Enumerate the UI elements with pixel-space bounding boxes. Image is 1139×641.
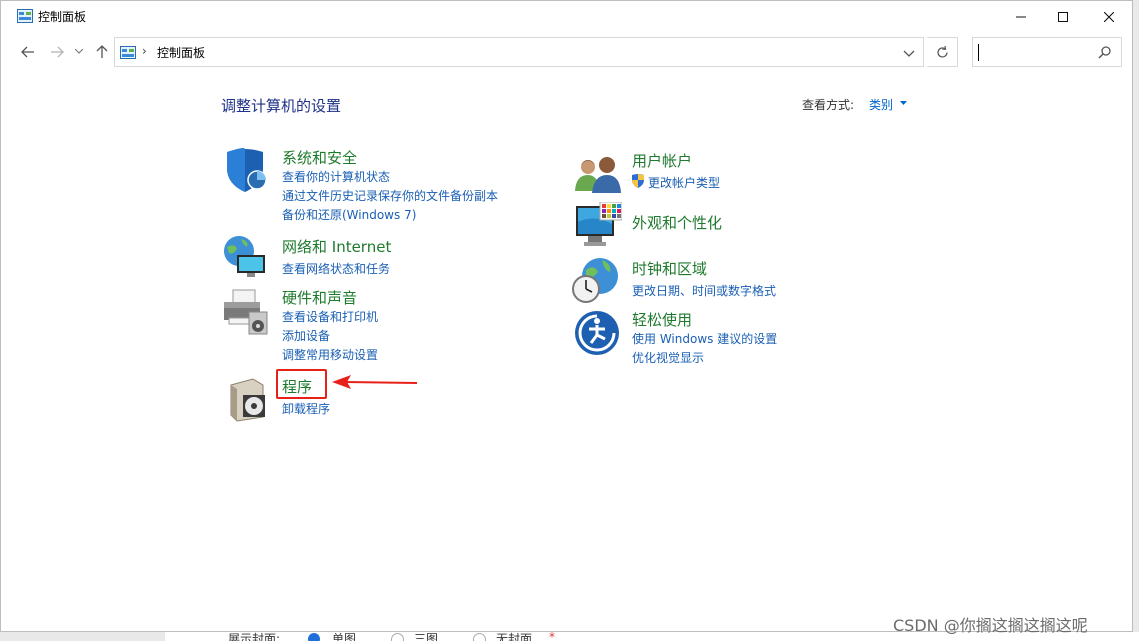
text-caret	[978, 44, 979, 61]
watermark: CSDN @你搁这搁这搁这呢	[893, 616, 1088, 635]
link-windows-recommended-settings[interactable]: 使用 Windows 建议的设置	[632, 330, 777, 347]
annotation-arrow-icon	[332, 375, 418, 389]
breadcrumb-separator: ›	[142, 44, 147, 58]
address-bar[interactable]: › 控制面板	[114, 37, 924, 67]
close-icon	[1104, 11, 1114, 22]
control-panel-window: 控制面板 › 控制面板 调整计算机的设置 查看方式: 类别 系统和安全 查看你的…	[0, 0, 1133, 632]
maximize-button[interactable]	[1040, 1, 1086, 32]
arrow-left-icon	[21, 46, 34, 58]
link-backup-restore[interactable]: 备份和还原(Windows 7)	[282, 206, 416, 223]
clock-globe-icon[interactable]	[572, 256, 620, 304]
arrow-up-icon	[96, 45, 108, 58]
link-optimize-visual-display[interactable]: 优化视觉显示	[632, 349, 704, 366]
view-by-label: 查看方式:	[802, 98, 855, 112]
refresh-icon	[936, 45, 948, 58]
link-view-computer-status[interactable]: 查看你的计算机状态	[282, 168, 390, 185]
ease-of-access-icon[interactable]	[573, 309, 621, 357]
category-ease-of-access[interactable]: 轻松使用	[632, 309, 692, 330]
radio-label-none: 无封面	[496, 632, 533, 641]
link-change-account-type[interactable]: 更改帐户类型	[648, 174, 720, 191]
chevron-down-icon[interactable]	[901, 45, 917, 61]
window-title: 控制面板	[38, 10, 87, 24]
link-devices-printers[interactable]: 查看设备和打印机	[282, 308, 378, 325]
radio-no-cover[interactable]	[473, 633, 486, 641]
forward-button[interactable]	[46, 41, 68, 63]
back-button[interactable]	[17, 41, 39, 63]
radio-single-image[interactable]	[308, 633, 320, 641]
uac-shield-icon	[632, 174, 644, 188]
required-marker: *	[549, 632, 555, 641]
search-icon	[1098, 46, 1111, 59]
printer-icon[interactable]	[221, 288, 269, 336]
link-uninstall-program[interactable]: 卸载程序	[282, 400, 330, 417]
control-panel-icon	[17, 9, 33, 23]
category-system-security[interactable]: 系统和安全	[282, 147, 357, 168]
annotation-highlight-box	[276, 369, 327, 399]
shield-icon[interactable]	[221, 146, 269, 194]
minimize-button[interactable]	[998, 1, 1044, 32]
users-icon[interactable]	[574, 151, 622, 199]
radio-three-images[interactable]	[391, 633, 404, 641]
programs-disc-icon[interactable]	[223, 375, 271, 423]
minimize-icon	[1016, 16, 1026, 17]
link-add-device[interactable]: 添加设备	[282, 327, 330, 344]
radio-label-single: 单图	[332, 632, 357, 641]
chevron-down-icon	[75, 49, 83, 54]
network-globe-icon[interactable]	[221, 233, 269, 281]
monitor-color-icon[interactable]	[574, 202, 622, 250]
link-change-date-time-format[interactable]: 更改日期、时间或数字格式	[632, 282, 776, 299]
cover-label: 展示封面:	[228, 632, 281, 641]
category-network-internet[interactable]: 网络和 Internet	[282, 236, 391, 257]
arrow-right-icon	[51, 46, 64, 58]
control-panel-icon	[120, 46, 136, 59]
breadcrumb-control-panel[interactable]: 控制面板	[157, 44, 205, 61]
maximize-icon	[1058, 11, 1068, 22]
page-title: 调整计算机的设置	[221, 97, 342, 115]
view-by-dropdown[interactable]: 类别	[869, 96, 893, 113]
refresh-button[interactable]	[927, 37, 958, 67]
link-mobility-settings[interactable]: 调整常用移动设置	[282, 346, 378, 363]
category-user-accounts[interactable]: 用户帐户	[632, 150, 692, 171]
category-clock-region[interactable]: 时钟和区域	[632, 258, 707, 279]
search-input[interactable]	[972, 37, 1122, 67]
up-button[interactable]	[91, 41, 113, 63]
close-button[interactable]	[1086, 1, 1132, 32]
category-appearance-personalization[interactable]: 外观和个性化	[632, 212, 722, 233]
title-bar: 控制面板	[1, 1, 1132, 32]
link-network-status[interactable]: 查看网络状态和任务	[282, 260, 390, 277]
recent-locations-button[interactable]	[71, 41, 87, 63]
radio-label-three: 三图	[414, 632, 439, 641]
category-hardware-sound[interactable]: 硬件和声音	[282, 287, 357, 308]
dropdown-triangle-icon[interactable]	[900, 101, 907, 105]
link-file-history-backup[interactable]: 通过文件历史记录保存你的文件备份副本	[282, 187, 498, 204]
